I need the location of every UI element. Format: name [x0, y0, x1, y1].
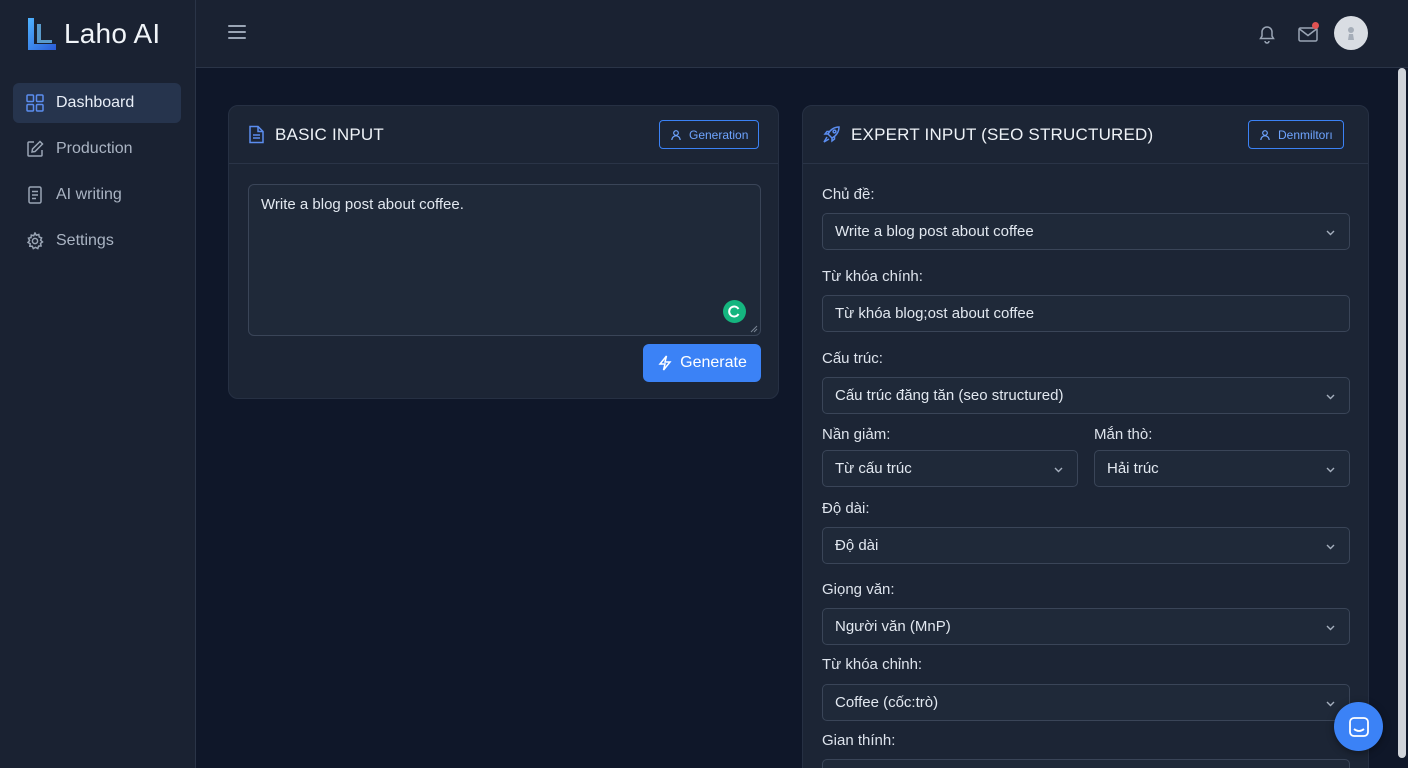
badge-label: Generation: [689, 127, 749, 142]
sidebar-item-label: Dashboard: [56, 94, 135, 111]
keyword2-value: Coffee (cốc:trò): [835, 694, 939, 711]
top-bar: [196, 0, 1408, 68]
sidebar-item-label: Production: [56, 140, 133, 157]
file-icon: [249, 125, 264, 144]
chevron-down-icon: [1326, 467, 1335, 473]
sidebar-item-dashboard[interactable]: Dashboard: [13, 83, 181, 123]
gear-icon: [26, 232, 44, 250]
user-icon: [1348, 27, 1354, 40]
time-label: Gian thính:: [822, 732, 896, 749]
structure-select[interactable]: Cấu trúc đăng tăn (seo structured): [822, 377, 1350, 414]
tone-value: Người văn (MnP): [835, 618, 951, 635]
sidebar: Laho AI Dashboard Production AI writing …: [0, 0, 196, 768]
basic-input-card: BASIC INPUT Generation Write a blog post…: [228, 105, 779, 399]
rocket-icon: [823, 126, 840, 143]
sidebar-item-settings[interactable]: Settings: [13, 221, 181, 261]
edit-icon: [26, 140, 44, 158]
grid-icon: [26, 94, 44, 112]
lightning-icon: [658, 355, 672, 371]
sidebar-item-label: Settings: [56, 232, 114, 249]
tone-select[interactable]: Người văn (MnP): [822, 608, 1350, 645]
chat-icon: [1348, 716, 1369, 737]
sidebar-item-label: AI writing: [56, 186, 122, 203]
keyword2-select[interactable]: Coffee (cốc:trò): [822, 684, 1350, 721]
generate-button[interactable]: Generate: [643, 344, 761, 382]
sidebar-item-production[interactable]: Production: [13, 129, 181, 169]
user-icon: [671, 129, 681, 140]
textarea-value: Write a blog post about coffee.: [261, 196, 464, 213]
scrollbar-thumb[interactable]: [1398, 68, 1406, 758]
generation-badge-button[interactable]: Generation: [659, 120, 760, 149]
topic-value: Write a blog post about coffee: [835, 223, 1034, 240]
topic-select[interactable]: Write a blog post about coffee: [822, 213, 1350, 250]
generate-label: Generate: [680, 354, 747, 371]
menu-toggle-icon[interactable]: [228, 25, 246, 41]
user-icon: [1260, 129, 1270, 140]
page-scrollbar[interactable]: [1396, 68, 1408, 768]
time-select[interactable]: [822, 759, 1350, 768]
document-icon: [26, 186, 44, 204]
keyword-value: Từ khóa blog;ost about coffee: [835, 305, 1035, 322]
reduce-value: Từ cấu trúc: [835, 460, 912, 477]
reduce-label: Nần giảm:: [822, 426, 891, 443]
app-logo[interactable]: Laho AI: [24, 16, 160, 52]
reduce-select[interactable]: Từ cấu trúc: [822, 450, 1078, 487]
expert-input-header: EXPERT INPUT (SEO STRUCTURED) Denmiltorı: [803, 106, 1368, 164]
logo-icon: [28, 18, 56, 50]
keyword2-label: Từ khóa chỉnh:: [822, 656, 923, 673]
bell-icon[interactable]: [1257, 24, 1277, 44]
length-value: Độ dài: [835, 537, 879, 554]
length-label: Độ dài:: [822, 500, 870, 517]
keyword-label: Từ khóa chính:: [822, 268, 923, 285]
sidebar-item-ai-writing[interactable]: AI writing: [13, 175, 181, 215]
chevron-down-icon: [1326, 625, 1335, 631]
grammarly-icon[interactable]: [723, 300, 746, 323]
basic-input-header: BASIC INPUT Generation: [229, 106, 778, 164]
chevron-down-icon: [1326, 394, 1335, 400]
chat-launcher-button[interactable]: [1334, 702, 1383, 751]
avatar[interactable]: [1334, 16, 1368, 50]
chevron-down-icon: [1326, 230, 1335, 236]
theme-value: Hải trúc: [1107, 460, 1159, 477]
theme-label: Mắn thò:: [1094, 426, 1153, 443]
keyword-input[interactable]: Từ khóa blog;ost about coffee: [822, 295, 1350, 332]
badge-label: Denmiltorı: [1278, 127, 1333, 142]
theme-select[interactable]: Hải trúc: [1094, 450, 1350, 487]
chevron-down-icon: [1326, 701, 1335, 707]
sidebar-nav: Dashboard Production AI writing Settings: [13, 83, 181, 267]
tone-label: Giọng văn:: [822, 581, 895, 598]
chevron-down-icon: [1054, 467, 1063, 473]
structure-label: Cấu trúc:: [822, 350, 883, 367]
expert-badge-button[interactable]: Denmiltorı: [1248, 120, 1344, 149]
length-select[interactable]: Độ dài: [822, 527, 1350, 564]
topic-label: Chủ đề:: [822, 186, 875, 203]
resize-handle-icon[interactable]: [750, 325, 758, 333]
chevron-down-icon: [1326, 544, 1335, 550]
expert-input-card: EXPERT INPUT (SEO STRUCTURED) Denmiltorı…: [802, 105, 1369, 768]
structure-value: Cấu trúc đăng tăn (seo structured): [835, 387, 1064, 404]
basic-prompt-textarea[interactable]: Write a blog post about coffee.: [248, 184, 761, 336]
notification-dot: [1312, 22, 1319, 29]
app-name: Laho AI: [64, 18, 161, 49]
card-title: EXPERT INPUT (SEO STRUCTURED): [851, 124, 1154, 144]
card-title: BASIC INPUT: [275, 124, 384, 144]
